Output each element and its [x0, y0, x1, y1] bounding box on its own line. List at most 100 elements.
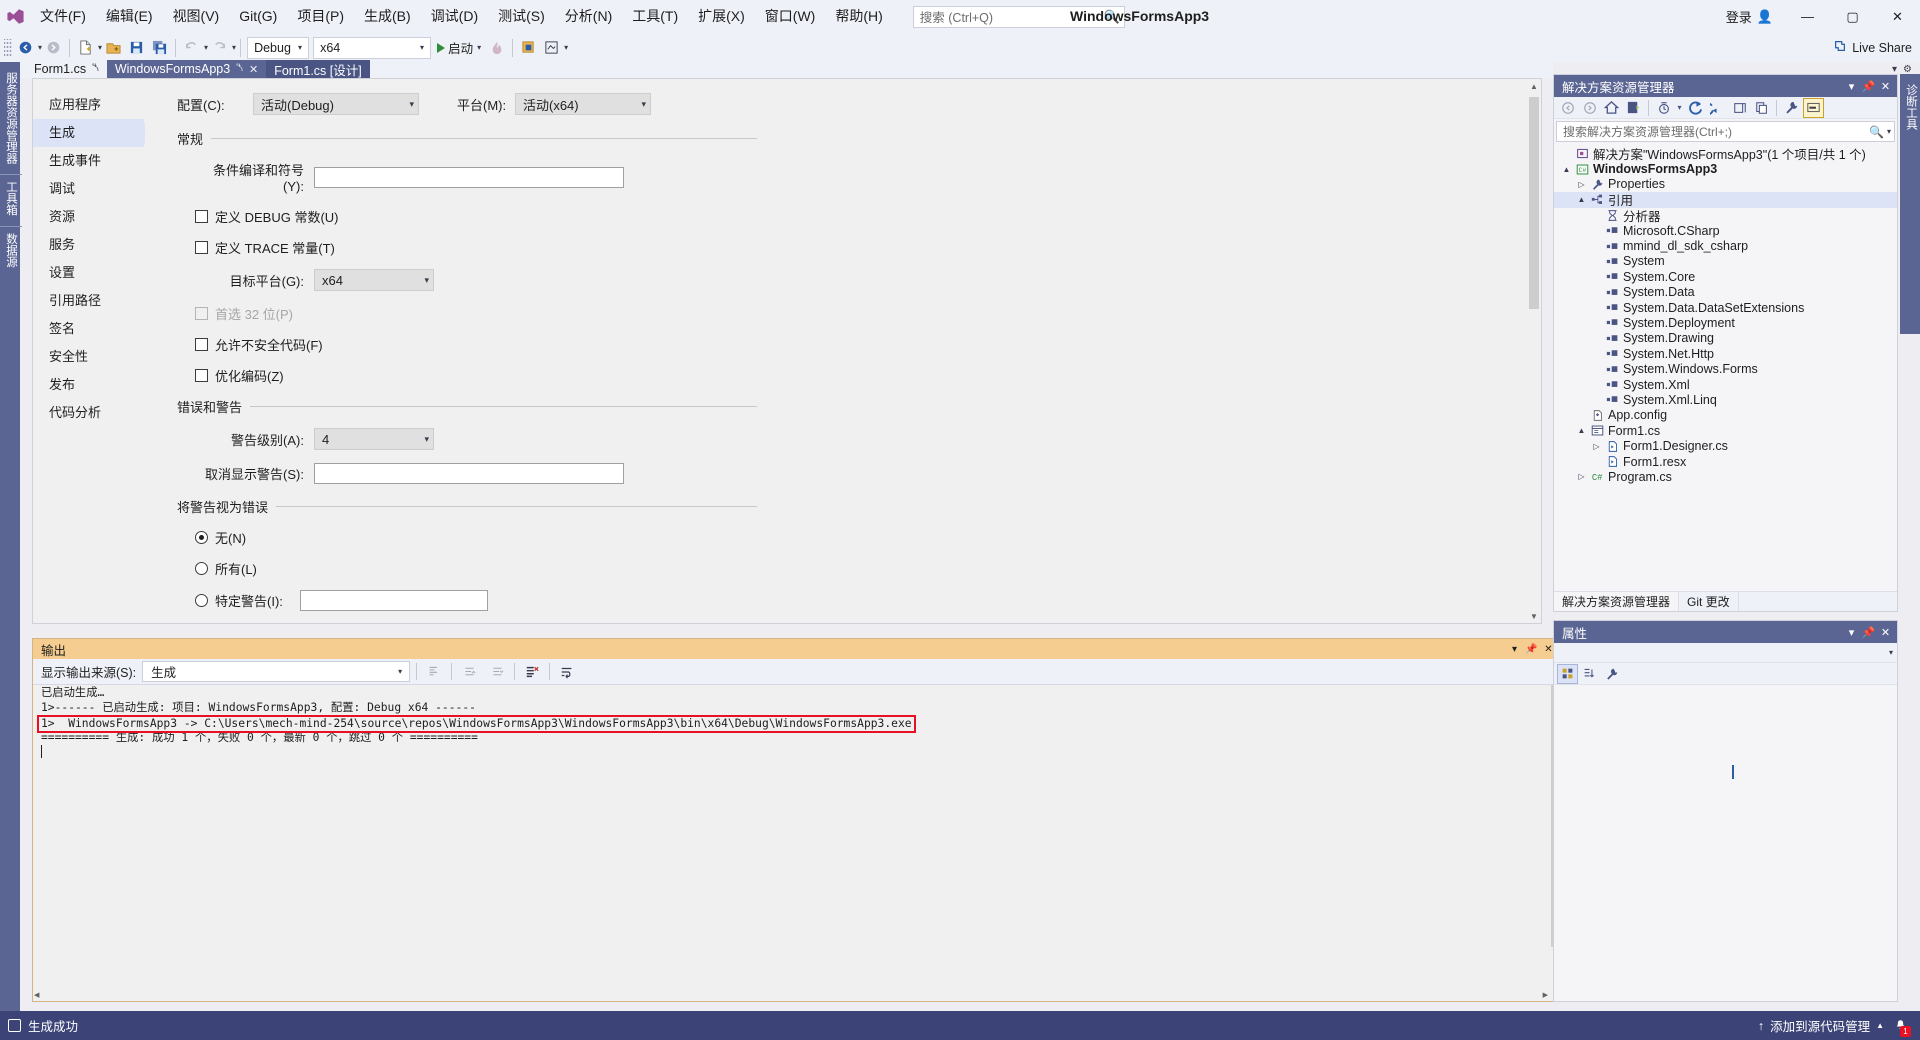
property-category-9[interactable]: 安全性 [33, 343, 144, 371]
expander-expanded-icon[interactable]: ▲ [1560, 165, 1573, 174]
solution-tree-item[interactable]: System.Net.Http [1554, 346, 1897, 361]
chevron-down-icon[interactable]: ▾ [477, 43, 481, 52]
define-trace-checkbox-row[interactable]: 定义 TRACE 常量(T) [177, 238, 1527, 257]
solution-tree-item[interactable]: System.Windows.Forms [1554, 361, 1897, 376]
chevron-down-icon[interactable]: ▾ [416, 275, 429, 286]
close-icon[interactable]: ✕ [1877, 626, 1894, 639]
chevron-down-icon[interactable]: ▾ [416, 43, 428, 52]
allow-unsafe-checkbox-row[interactable]: 允许不安全代码(F) [177, 335, 1527, 354]
solution-tree-item[interactable]: System.Xml.Linq [1554, 392, 1897, 407]
pin-icon[interactable]: 📌 [1523, 644, 1540, 655]
solution-tree-item[interactable]: System.Data [1554, 285, 1897, 300]
collapse-all-icon[interactable] [1707, 98, 1728, 118]
properties-wrench-icon[interactable] [1601, 664, 1622, 684]
solution-explorer-search-input[interactable]: 搜索解决方案资源管理器(Ctrl+;) 🔍 ▾ [1556, 121, 1895, 142]
search-icon[interactable]: 🔍 [1869, 125, 1884, 139]
property-category-6[interactable]: 设置 [33, 259, 144, 287]
chevron-down-icon[interactable]: ▾ [394, 667, 406, 676]
maximize-button[interactable]: ▢ [1830, 0, 1875, 33]
property-category-2[interactable]: 生成事件 [33, 147, 144, 175]
scroll-left-icon[interactable]: ◀ [34, 991, 39, 999]
search-options-dropdown-icon[interactable]: ▾ [1884, 127, 1891, 136]
dropdown-icon[interactable]: ▾ [1843, 80, 1860, 93]
solution-tree[interactable]: 解决方案"WindowsFormsApp3"(1 个项目/共 1 个) ▲ C# Wi… [1554, 144, 1897, 591]
property-category-8[interactable]: 签名 [33, 315, 144, 343]
solution-tree-item[interactable]: ▲ C# WindowsFormsApp3 [1554, 161, 1897, 176]
menu-item-9[interactable]: 工具(T) [622, 0, 688, 33]
suppress-warnings-input[interactable] [314, 463, 624, 484]
pin-icon[interactable]: 📌 [1860, 80, 1877, 93]
property-category-0[interactable]: 应用程序 [33, 91, 144, 119]
refresh-icon[interactable] [1685, 98, 1706, 118]
solution-configuration-combo[interactable]: Debug ▾ [247, 36, 310, 59]
output-dropdown-icon[interactable]: ▾ [1506, 644, 1523, 655]
start-debugging-button[interactable]: 启动 ▾ [433, 37, 485, 59]
redo-icon[interactable] [208, 37, 231, 59]
solution-tree-item[interactable]: System.Drawing [1554, 331, 1897, 346]
platform-combo[interactable]: 活动(x64) ▾ [515, 93, 651, 115]
property-category-3[interactable]: 调试 [33, 175, 144, 203]
sign-in-button[interactable]: 登录 👤 [1714, 0, 1785, 33]
solution-tree-item[interactable]: ▲ 引用 [1554, 192, 1897, 208]
solution-tree-item[interactable]: System.Data.DataSetExtensions [1554, 300, 1897, 315]
save-icon[interactable] [125, 37, 148, 59]
properties-object-combo[interactable]: ▾ [1554, 643, 1897, 663]
go-to-next-message-icon[interactable] [486, 661, 508, 683]
document-tab-1[interactable]: WindowsFormsApp3 ⯲ ✕ [106, 60, 267, 78]
chevron-down-icon[interactable]: ▾ [1889, 648, 1893, 657]
warnings-none-radio[interactable] [195, 531, 208, 544]
document-tab-2[interactable]: Form1.cs [设计] [266, 60, 370, 78]
menu-item-11[interactable]: 窗口(W) [755, 0, 826, 33]
property-category-11[interactable]: 代码分析 [33, 399, 144, 427]
copy-icon[interactable] [1751, 98, 1772, 118]
chevron-down-icon[interactable]: ▾ [1675, 98, 1684, 118]
go-to-previous-message-icon[interactable] [458, 661, 480, 683]
property-category-1[interactable]: 生成 [33, 119, 155, 147]
solution-tree-item[interactable]: ▷ C# Program.cs [1554, 469, 1897, 484]
toolbar-grip[interactable] [4, 38, 12, 57]
redo-dropdown-icon[interactable]: ▾ [232, 43, 236, 52]
menu-item-0[interactable]: 文件(F) [30, 0, 96, 33]
warnings-specific-input[interactable] [299, 590, 488, 611]
chevron-down-icon[interactable]: ▾ [294, 43, 306, 52]
solution-tree-item[interactable]: 分析器 [1554, 208, 1897, 224]
scroll-up-icon[interactable]: ▲ [1527, 79, 1541, 93]
properties-grid[interactable] [1554, 685, 1897, 1001]
warning-level-combo[interactable]: 4 ▾ [314, 428, 434, 450]
allow-unsafe-checkbox[interactable] [195, 338, 208, 351]
close-icon[interactable]: ✕ [1877, 80, 1894, 93]
account-icon[interactable]: 👤 [1757, 9, 1773, 25]
solution-tree-item[interactable]: System.Deployment [1554, 315, 1897, 330]
close-button[interactable]: ✕ [1875, 0, 1920, 33]
output-horizontal-scrollbar[interactable]: ◀ ▶ [33, 989, 1549, 1001]
menu-item-10[interactable]: 扩展(X) [688, 0, 755, 33]
menu-item-4[interactable]: 项目(P) [287, 0, 354, 33]
document-settings-icon[interactable]: ⚙ [1903, 64, 1912, 75]
scrollbar-thumb[interactable] [1529, 97, 1539, 309]
categorized-icon[interactable] [1557, 663, 1578, 684]
output-source-combo[interactable]: 生成 ▾ [142, 661, 411, 682]
solution-tree-item[interactable]: App.config [1554, 408, 1897, 423]
solution-tree-item[interactable]: System.Xml [1554, 377, 1897, 392]
add-to-source-control-button[interactable]: 添加到源代码管理 [1770, 1016, 1870, 1035]
expander-collapsed-icon[interactable]: ▷ [1575, 180, 1588, 189]
pending-changes-filter-icon[interactable] [1653, 98, 1674, 118]
notifications-button[interactable]: 1 [1890, 1016, 1911, 1037]
show-all-files-icon[interactable] [1729, 98, 1750, 118]
optimize-checkbox-row[interactable]: 优化编码(Z) [177, 366, 1527, 385]
designer-icon[interactable] [540, 37, 563, 59]
define-trace-checkbox[interactable] [195, 241, 208, 254]
chevron-down-icon[interactable]: ▾ [401, 99, 414, 110]
preview-selected-items-icon[interactable] [1803, 97, 1824, 118]
solution-platform-combo[interactable]: x64 ▾ [313, 36, 432, 59]
menu-item-8[interactable]: 分析(N) [555, 0, 622, 33]
alphabetical-icon[interactable] [1579, 664, 1600, 684]
home-icon[interactable] [1601, 98, 1622, 118]
solution-tree-item[interactable]: Microsoft.CSharp [1554, 223, 1897, 238]
output-text-area[interactable]: 已启动生成… 1>------ 已启动生成: 项目: WindowsFormsAp… [33, 685, 1561, 989]
property-category-10[interactable]: 发布 [33, 371, 144, 399]
document-tab-0[interactable]: Form1.cs ⯲ [26, 60, 107, 78]
save-all-icon[interactable] [148, 37, 171, 59]
minimize-button[interactable]: — [1785, 0, 1830, 33]
find-message-icon[interactable] [423, 661, 445, 683]
